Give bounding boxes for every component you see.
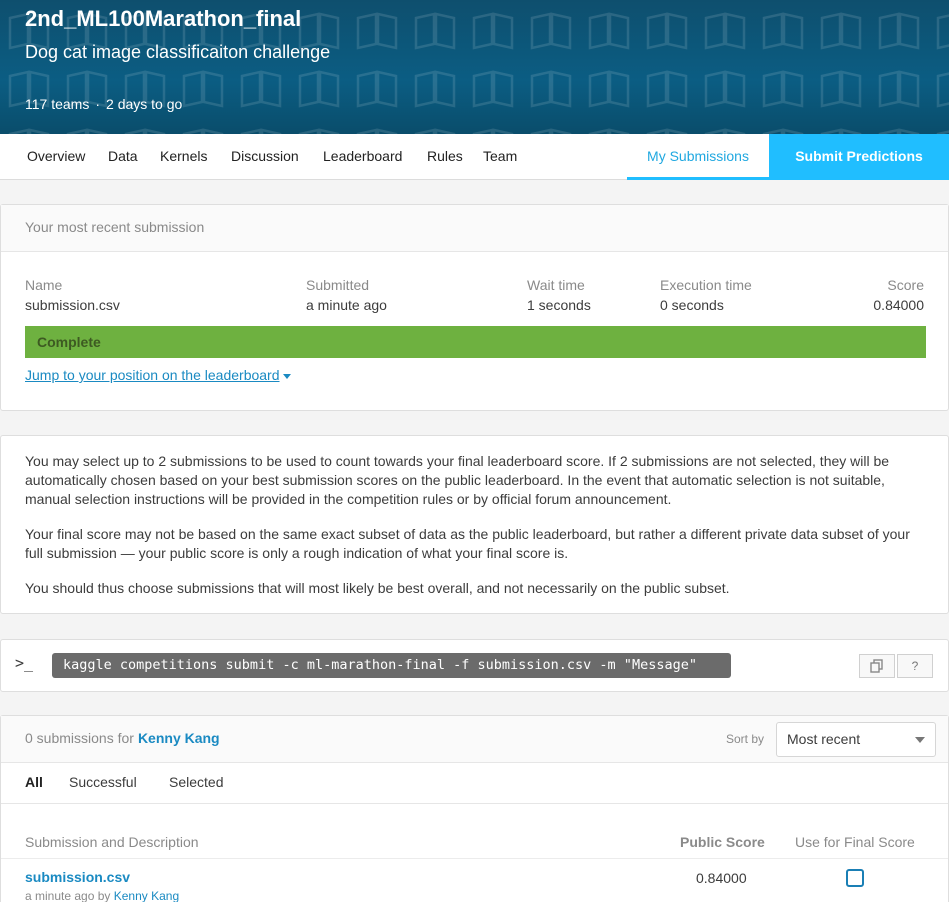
- competition-header: 2nd_ML100Marathon_final Dog cat image cl…: [0, 0, 949, 134]
- cli-command-card: >_ kaggle competitions submit -c ml-mara…: [0, 639, 949, 692]
- tab-overview[interactable]: Overview: [27, 148, 85, 164]
- tab-all[interactable]: All: [25, 774, 43, 790]
- jump-to-leaderboard-link[interactable]: Jump to your position on the leaderboard: [25, 367, 291, 383]
- wait-time-header: Wait time: [527, 277, 585, 293]
- tab-my-submissions[interactable]: My Submissions: [627, 134, 769, 180]
- submission-name: submission.csv: [25, 297, 120, 313]
- submission-count-text: 0 submissions for: [25, 730, 134, 746]
- submission-meta: a minute ago by Kenny Kang: [25, 889, 179, 902]
- public-score: 0.84000: [696, 870, 747, 886]
- caret-down-icon: [282, 373, 291, 379]
- info-paragraph: You should thus choose submissions that …: [25, 580, 730, 596]
- user-link[interactable]: Kenny Kang: [138, 730, 220, 746]
- execution-time-header: Execution time: [660, 277, 752, 293]
- submission-score: 0.84000: [873, 297, 924, 313]
- competition-subtitle: Dog cat image classificaiton challenge: [25, 42, 331, 62]
- recent-submission-card: Your most recent submission Name Submitt…: [0, 204, 949, 411]
- submission-author-link[interactable]: Kenny Kang: [114, 889, 179, 902]
- chevron-down-icon: [915, 737, 925, 743]
- submissions-list-card: 0 submissions for Kenny Kang Sort by Most…: [0, 715, 949, 902]
- info-paragraph: Your final score may not be based on the…: [25, 526, 910, 561]
- status-badge: Complete: [25, 326, 926, 358]
- competition-title: 2nd_ML100Marathon_final: [25, 6, 302, 31]
- copy-icon: [870, 659, 883, 673]
- score-header: Score: [887, 277, 924, 293]
- submission-file-link[interactable]: submission.csv: [25, 869, 130, 885]
- execution-time: 0 seconds: [660, 297, 724, 313]
- tab-team[interactable]: Team: [483, 148, 517, 164]
- tab-rules[interactable]: Rules: [427, 148, 463, 164]
- final-score-checkbox[interactable]: [846, 869, 864, 887]
- wait-time: 1 seconds: [527, 297, 591, 313]
- tab-data[interactable]: Data: [108, 148, 138, 164]
- submitted-time: a minute ago: [306, 297, 387, 313]
- tab-successful[interactable]: Successful: [69, 774, 137, 790]
- tab-leaderboard[interactable]: Leaderboard: [323, 148, 402, 164]
- cli-command[interactable]: kaggle competitions submit -c ml-maratho…: [52, 653, 731, 678]
- competition-nav: Overview Data Kernels Discussion Leaderb…: [0, 134, 949, 180]
- submissions-header: 0 submissions for Kenny Kang Sort by Most…: [1, 716, 948, 763]
- submission-time: a minute ago by: [25, 889, 111, 902]
- sort-label: Sort by: [726, 732, 765, 746]
- description-column-header: Submission and Description: [25, 834, 199, 850]
- help-button[interactable]: ?: [897, 654, 933, 678]
- sort-select[interactable]: Most recent: [776, 722, 936, 757]
- submitted-header: Submitted: [306, 277, 370, 293]
- final-score-column-header: Use for Final Score: [795, 834, 915, 850]
- jump-link-label: Jump to your position on the leaderboard: [25, 367, 280, 383]
- copy-button[interactable]: [859, 654, 895, 678]
- submission-filter-tabs: All Successful Selected: [1, 764, 948, 804]
- tab-selected[interactable]: Selected: [169, 774, 223, 790]
- terminal-icon: >_: [15, 654, 34, 672]
- competition-meta: 117 teams · 2 days to go: [25, 96, 182, 112]
- submission-count: 0 submissions for Kenny Kang: [25, 730, 220, 746]
- meta-separator: ·: [95, 96, 101, 112]
- final-score-info-card: You may select up to 2 submissions to be…: [0, 435, 949, 614]
- tab-discussion[interactable]: Discussion: [231, 148, 299, 164]
- public-score-column-header: Public Score: [680, 834, 765, 850]
- name-header: Name: [25, 277, 63, 293]
- sort-value: Most recent: [787, 731, 861, 747]
- recent-submission-heading: Your most recent submission: [1, 205, 948, 252]
- info-paragraph: You may select up to 2 submissions to be…: [25, 453, 890, 507]
- team-count: 117 teams: [25, 96, 90, 112]
- submit-predictions-button[interactable]: Submit Predictions: [769, 134, 949, 180]
- tab-kernels[interactable]: Kernels: [160, 148, 207, 164]
- row-divider: [1, 858, 948, 859]
- deadline-text: 2 days to go: [106, 96, 183, 112]
